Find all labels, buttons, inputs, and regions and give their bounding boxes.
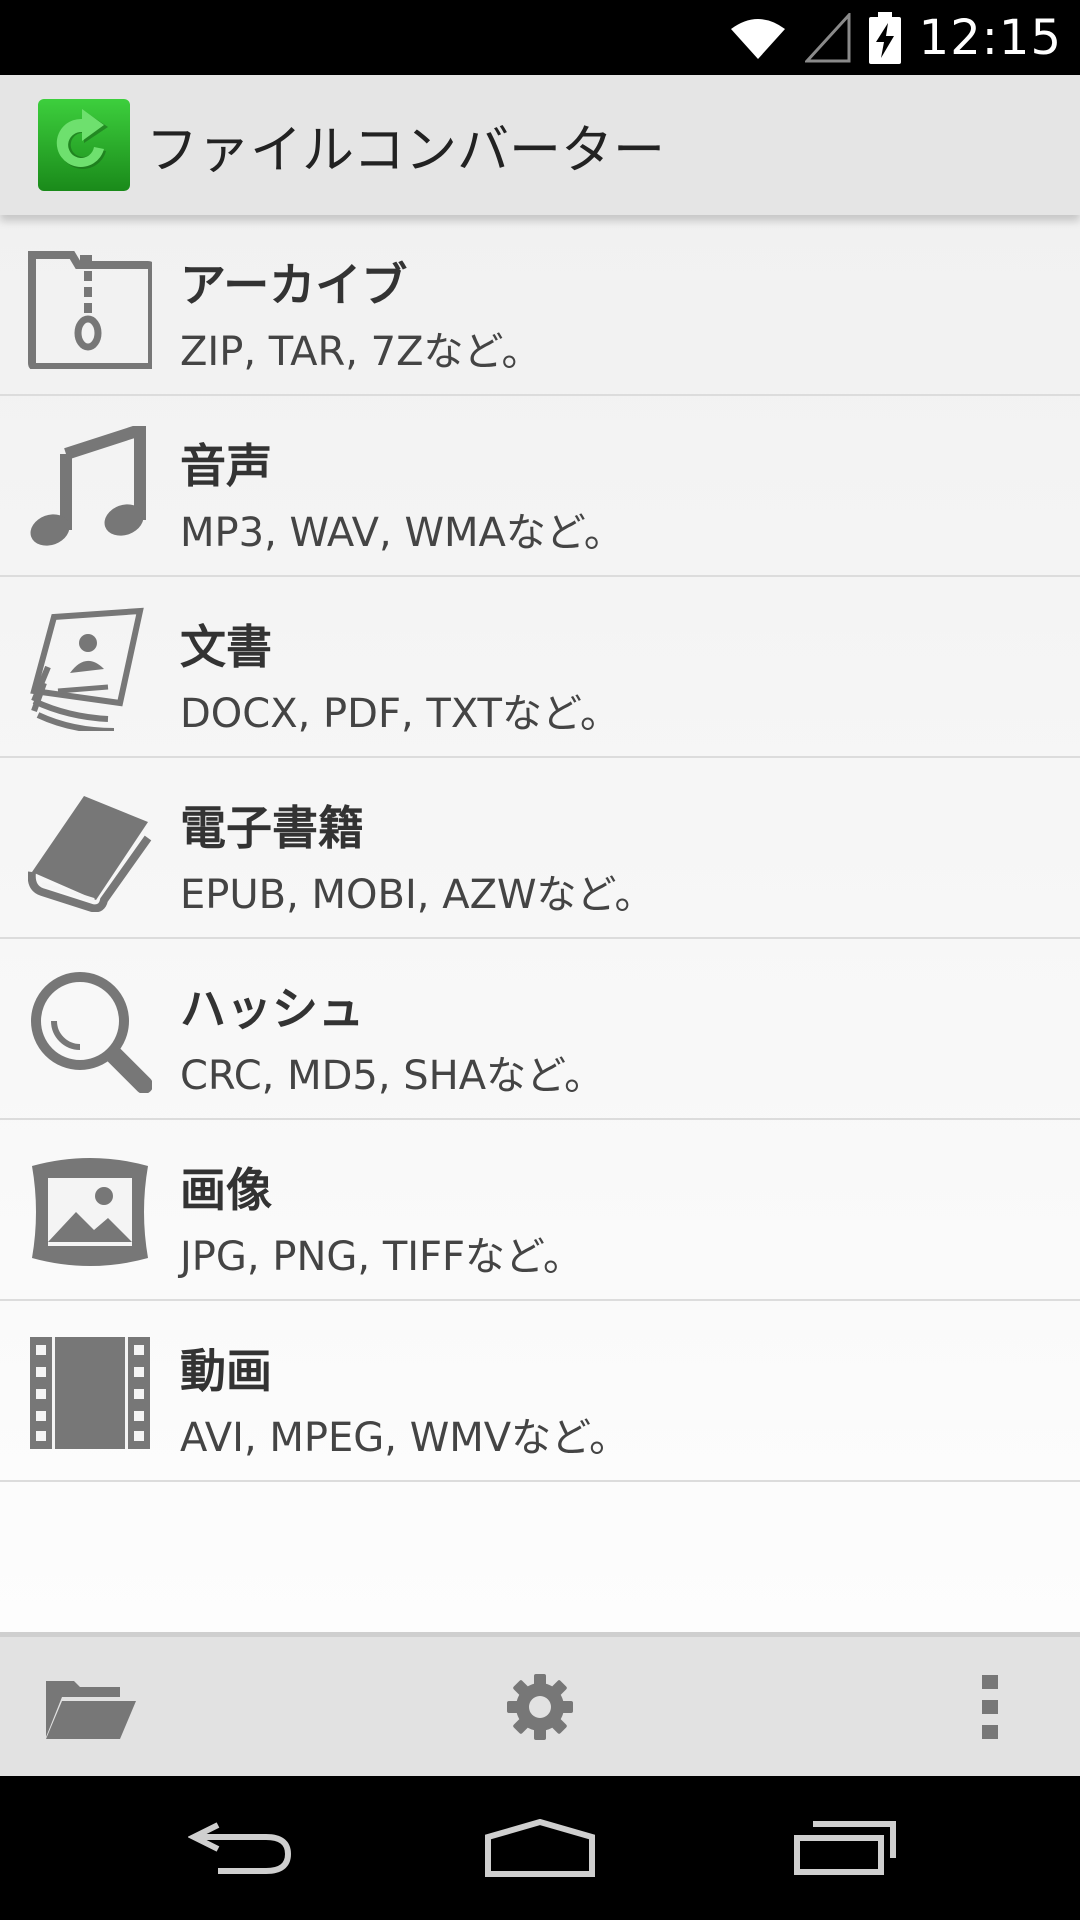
film-icon	[30, 1337, 150, 1449]
list-item-video[interactable]: 動画 AVI, MPEG, WMVなど。	[0, 1301, 1080, 1482]
archive-icon	[28, 251, 152, 369]
book-icon	[28, 796, 152, 912]
converter-category-list: アーカイブ ZIP, TAR, 7Zなど。 音声 MP3, WAV, WMAなど…	[0, 215, 1080, 1632]
back-icon	[188, 1822, 292, 1874]
picture-icon	[32, 1158, 148, 1266]
overflow-menu-button[interactable]	[940, 1637, 1040, 1776]
back-button[interactable]	[140, 1776, 340, 1920]
item-subtitle: JPG, PNG, TIFFなど。	[180, 1234, 584, 1280]
item-subtitle: EPUB, MOBI, AZWなど。	[180, 872, 655, 918]
bottom-toolbar	[0, 1632, 1080, 1776]
recents-icon	[794, 1821, 896, 1875]
recents-button[interactable]	[745, 1776, 945, 1920]
item-title: 音声	[180, 439, 272, 493]
cell-signal-icon	[804, 12, 851, 62]
status-bar: 12:15	[0, 0, 1080, 75]
item-title: 文書	[180, 620, 272, 674]
action-bar: ファイルコンバーター	[0, 75, 1080, 215]
settings-button[interactable]	[480, 1637, 600, 1776]
list-item-hash[interactable]: ハッシュ CRC, MD5, SHAなど。	[0, 939, 1080, 1120]
item-subtitle: DOCX, PDF, TXTなど。	[180, 691, 620, 737]
home-icon	[485, 1819, 595, 1877]
item-subtitle: AVI, MPEG, WMVなど。	[180, 1415, 630, 1461]
item-title: ハッシュ	[180, 982, 364, 1036]
overflow-menu-icon	[982, 1674, 998, 1739]
gear-icon	[507, 1673, 573, 1740]
magnifier-icon	[31, 972, 152, 1093]
documents-icon	[30, 607, 144, 731]
item-title: 動画	[180, 1344, 272, 1398]
item-subtitle: CRC, MD5, SHAなど。	[180, 1053, 605, 1099]
list-item-image[interactable]: 画像 JPG, PNG, TIFFなど。	[0, 1120, 1080, 1301]
folder-icon	[46, 1680, 136, 1739]
list-item-archive[interactable]: アーカイブ ZIP, TAR, 7Zなど。	[0, 215, 1080, 396]
status-time: 12:15	[918, 9, 1062, 66]
item-title: アーカイブ	[180, 258, 408, 312]
home-button[interactable]	[440, 1776, 640, 1920]
list-item-audio[interactable]: 音声 MP3, WAV, WMAなど。	[0, 396, 1080, 577]
open-folder-button[interactable]	[30, 1637, 150, 1776]
navigation-bar	[0, 1776, 1080, 1920]
app-logo-icon[interactable]	[38, 99, 130, 191]
item-title: 電子書籍	[180, 801, 364, 855]
item-subtitle: ZIP, TAR, 7Zなど。	[180, 329, 542, 375]
item-subtitle: MP3, WAV, WMAなど。	[180, 510, 624, 556]
wifi-icon	[730, 18, 785, 59]
list-item-ebook[interactable]: 電子書籍 EPUB, MOBI, AZWなど。	[0, 758, 1080, 939]
app-title: ファイルコンバーター	[146, 120, 665, 181]
item-title: 画像	[180, 1163, 272, 1217]
music-note-icon	[30, 426, 146, 546]
battery-charging-icon	[868, 11, 901, 64]
list-item-document[interactable]: 文書 DOCX, PDF, TXTなど。	[0, 577, 1080, 758]
